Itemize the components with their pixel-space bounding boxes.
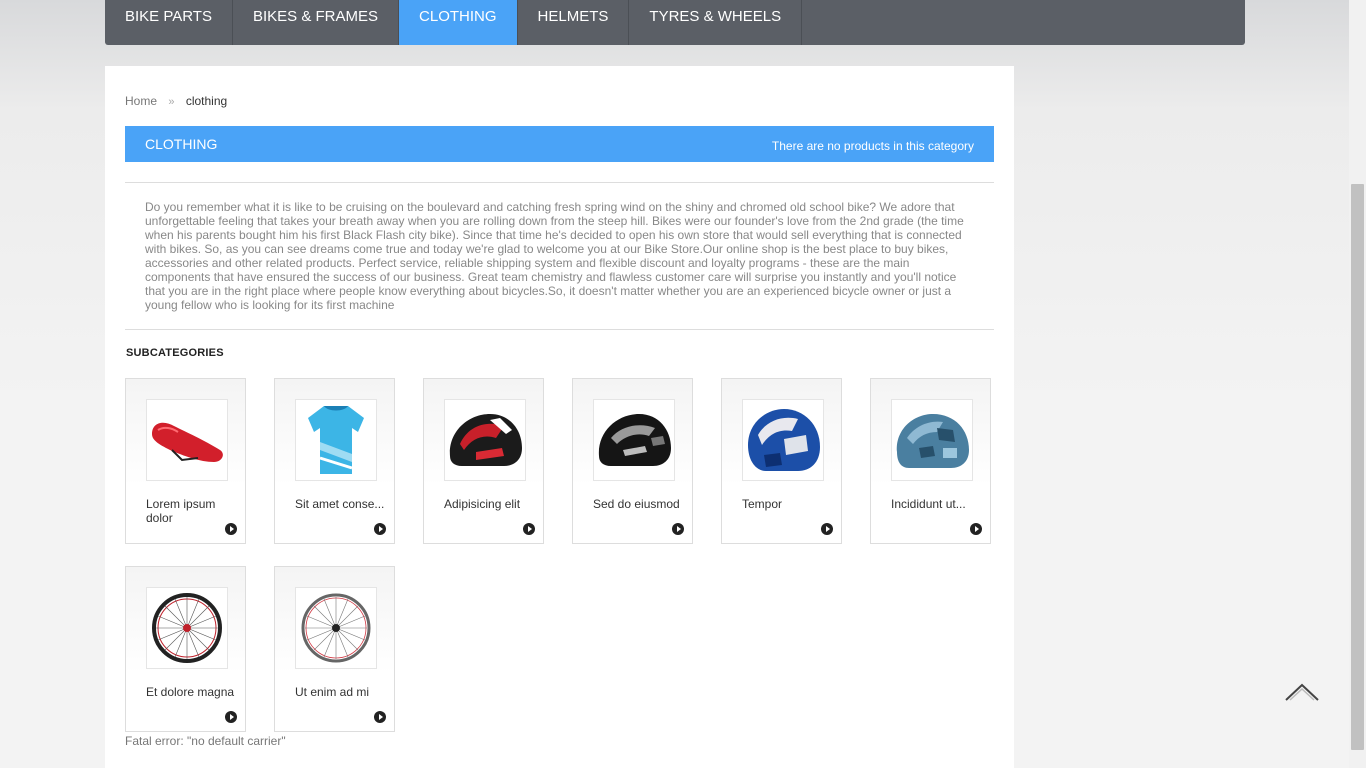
subcategory-card[interactable]: Ut enim ad mi <box>274 566 395 732</box>
helmet-icon[interactable] <box>742 399 824 481</box>
subcategory-card[interactable]: Lorem ipsum dolor <box>125 378 246 544</box>
arrow-right-icon[interactable] <box>821 523 833 535</box>
cycling-jersey-icon[interactable] <box>295 399 377 481</box>
helmet-icon[interactable] <box>444 399 526 481</box>
breadcrumb-home-link[interactable]: Home <box>125 94 157 108</box>
category-header: CLOTHING There are no products in this c… <box>125 126 994 162</box>
main-navigation: BIKE PARTS BIKES & FRAMES CLOTHING HELME… <box>105 0 1245 45</box>
subcategory-name[interactable]: Sit amet conse... <box>295 497 385 511</box>
subcategory-card[interactable]: Et dolore magna <box>125 566 246 732</box>
helmet-icon[interactable] <box>891 399 973 481</box>
nav-clothing[interactable]: CLOTHING <box>399 0 518 45</box>
arrow-right-icon[interactable] <box>374 523 386 535</box>
arrow-right-icon[interactable] <box>374 711 386 723</box>
vertical-scrollbar[interactable] <box>1349 0 1366 768</box>
arrow-right-icon[interactable] <box>225 711 237 723</box>
subcategory-card[interactable]: Sed do eiusmod <box>572 378 693 544</box>
breadcrumb: Home » clothing <box>125 94 227 108</box>
category-title: CLOTHING <box>145 136 218 152</box>
arrow-right-icon[interactable] <box>672 523 684 535</box>
breadcrumb-current: clothing <box>185 94 228 108</box>
nav-bikes-frames[interactable]: BIKES & FRAMES <box>233 0 400 45</box>
main-content: Home » clothing CLOTHING There are no pr… <box>105 66 1014 768</box>
nav-tyres-wheels[interactable]: TYRES & WHEELS <box>629 0 803 45</box>
products-count-note: There are no products in this category <box>771 139 974 153</box>
category-description: Do you remember what it is like to be cr… <box>145 200 964 312</box>
nav-bike-parts[interactable]: BIKE PARTS <box>105 0 233 45</box>
arrow-right-icon[interactable] <box>225 523 237 535</box>
subcategory-card[interactable]: Incididunt ut... <box>870 378 991 544</box>
subcategory-name[interactable]: Lorem ipsum dolor <box>146 497 236 525</box>
divider <box>125 182 994 183</box>
arrow-right-icon[interactable] <box>523 523 535 535</box>
wheel-icon[interactable] <box>295 587 377 669</box>
subcategories-heading: SUBCATEGORIES <box>126 347 224 359</box>
subcategory-card[interactable]: Tempor <box>721 378 842 544</box>
subcategory-card[interactable]: Sit amet conse... <box>274 378 395 544</box>
bike-saddle-icon[interactable] <box>146 399 228 481</box>
error-message: Fatal error: "no default carrier" <box>125 734 286 748</box>
arrow-right-icon[interactable] <box>970 523 982 535</box>
subcategory-name[interactable]: Et dolore magna <box>146 685 236 699</box>
helmet-icon[interactable] <box>593 399 675 481</box>
subcategory-name[interactable]: Incididunt ut... <box>891 497 981 511</box>
scroll-to-top-icon[interactable] <box>1284 682 1320 704</box>
subcategory-card[interactable]: Adipisicing elit <box>423 378 544 544</box>
breadcrumb-separator: » <box>168 96 175 108</box>
subcategory-name[interactable]: Sed do eiusmod <box>593 497 683 511</box>
wheel-icon[interactable] <box>146 587 228 669</box>
subcategory-name[interactable]: Tempor <box>742 497 832 511</box>
nav-helmets[interactable]: HELMETS <box>518 0 630 45</box>
subcategory-name[interactable]: Ut enim ad mi <box>295 685 385 699</box>
subcategory-name[interactable]: Adipisicing elit <box>444 497 534 511</box>
scrollbar-thumb[interactable] <box>1351 184 1364 750</box>
divider <box>125 329 994 330</box>
